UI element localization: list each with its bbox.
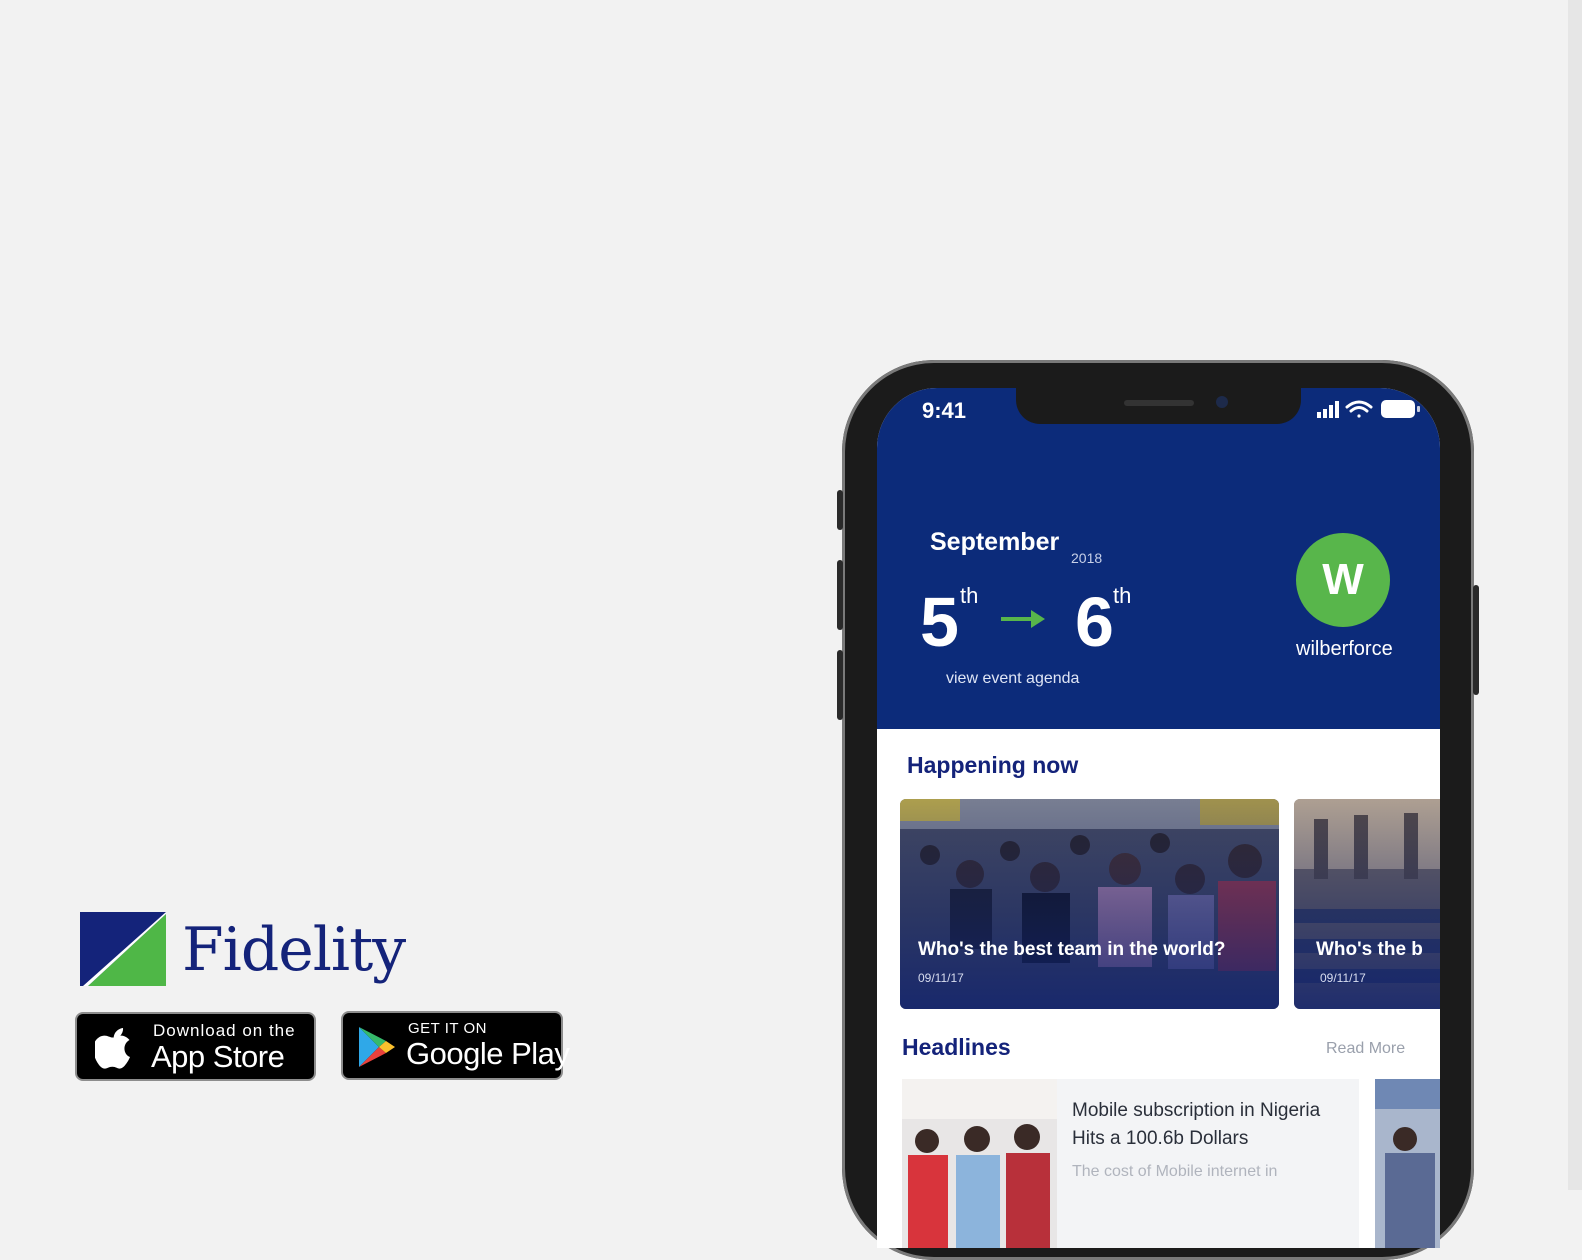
page-edge <box>1568 0 1582 1190</box>
read-more-link[interactable]: Read More <box>1326 1040 1405 1058</box>
camera-icon <box>1216 396 1228 408</box>
card-title: Who's the best team in the world? <box>918 939 1226 960</box>
event-end-suffix: th <box>1113 583 1132 608</box>
headline-title: Mobile subscription in Nigeria Hits a 10… <box>1072 1100 1321 1149</box>
wifi-icon <box>1345 400 1373 418</box>
fidelity-logo-mark-icon <box>80 912 166 986</box>
headlines-title: Headlines <box>902 1034 1011 1060</box>
phone-button-silent <box>837 490 843 530</box>
app-store-small-text: Download on the <box>153 1021 296 1040</box>
headline-photo <box>1375 1079 1440 1248</box>
event-card[interactable]: Who's the best team in the world? 09/11/… <box>900 799 1279 1009</box>
phone-button-volume-down <box>837 650 843 720</box>
card-date: 09/11/17 <box>918 971 964 985</box>
signal-icon <box>1317 401 1339 418</box>
username: wilberforce <box>1296 638 1393 660</box>
apple-icon <box>95 1028 130 1069</box>
event-card[interactable]: Who's the b 09/11/17 <box>1294 799 1440 1009</box>
headline-item[interactable] <box>1375 1079 1440 1248</box>
arrow-right-icon <box>1001 610 1045 628</box>
event-start-suffix: th <box>960 583 979 608</box>
speaker <box>1124 400 1194 406</box>
headline-item[interactable]: Mobile subscription in Nigeria Hits a 10… <box>902 1079 1359 1248</box>
phone-notch <box>1016 388 1301 424</box>
card-date: 09/11/17 <box>1320 971 1366 985</box>
card-title: Who's the b <box>1316 939 1423 960</box>
status-time: 9:41 <box>922 398 967 423</box>
app-store-badge[interactable]: Download on the App Store <box>75 1012 316 1081</box>
card-overlay <box>1294 799 1440 1009</box>
status-icons <box>1317 400 1420 418</box>
brand-name: Fidelity <box>182 915 406 985</box>
event-year: 2018 <box>1071 550 1103 566</box>
google-play-large-text: Google Play <box>406 1036 570 1071</box>
headline-photo <box>902 1079 1057 1248</box>
view-agenda-link[interactable]: view event agenda <box>946 670 1079 688</box>
app-store-large-text: App Store <box>151 1039 285 1074</box>
battery-icon <box>1381 400 1420 418</box>
phone-button-power <box>1473 585 1479 695</box>
headline-excerpt: The cost of Mobile internet in <box>1072 1163 1278 1180</box>
phone-button-volume-up <box>837 560 843 630</box>
google-play-small-text: GET IT ON <box>408 1020 487 1037</box>
google-play-icon <box>359 1027 395 1067</box>
google-play-badge[interactable]: GET IT ON Google Play <box>341 1011 570 1080</box>
event-start-day: 5 <box>920 583 959 661</box>
avatar[interactable]: W <box>1296 533 1390 627</box>
event-end-day: 6 <box>1075 583 1114 661</box>
fidelity-logo: Fidelity <box>80 912 406 988</box>
event-hero: 9:41 September 2018 5 th 6 th view event… <box>877 388 1440 729</box>
phone-screen: 9:41 September 2018 5 th 6 th view event… <box>877 388 1440 1248</box>
event-month: September <box>930 528 1060 556</box>
happening-now-title: Happening now <box>907 752 1079 778</box>
